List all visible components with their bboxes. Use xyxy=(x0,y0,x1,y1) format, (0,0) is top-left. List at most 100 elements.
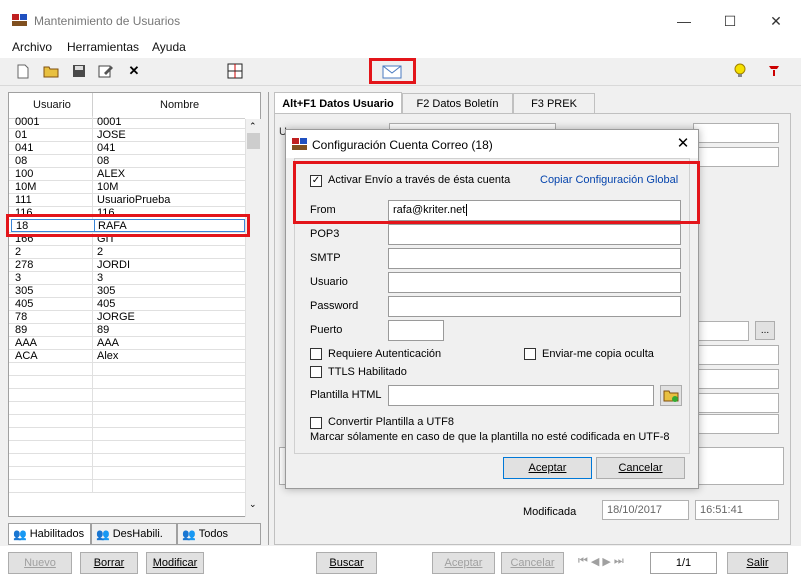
bg-field[interactable] xyxy=(693,393,779,413)
table-row[interactable]: 100 ALEX xyxy=(9,168,245,181)
last-record-icon[interactable]: ⏭ xyxy=(614,555,624,571)
bg-field[interactable] xyxy=(693,345,779,365)
salir-button[interactable]: Salir xyxy=(727,552,788,574)
minimize-button[interactable]: — xyxy=(664,8,704,34)
scroll-thumb[interactable] xyxy=(247,133,260,149)
bg-field[interactable] xyxy=(693,123,779,143)
prev-record-icon[interactable]: ◀ xyxy=(591,555,599,571)
browse-button[interactable]: ... xyxy=(755,321,775,340)
usuario-field[interactable] xyxy=(388,272,681,293)
table-row[interactable]: 10M 10M xyxy=(9,181,245,194)
table-row[interactable]: 22 xyxy=(9,246,245,259)
selected-row-highlight[interactable]: 18 RAFA xyxy=(6,214,250,237)
tab-datos-usuario[interactable]: Alt+F1 Datos Usuario xyxy=(274,92,402,114)
cell-nombre: 10M xyxy=(97,181,119,193)
vertical-scrollbar[interactable]: ⌃ ⌄ xyxy=(245,119,261,517)
filter-deshabili[interactable]: 👥 DesHabili. xyxy=(91,523,177,545)
filter-todos[interactable]: 👥 Todos xyxy=(177,523,261,545)
col-divider xyxy=(92,129,93,142)
col-divider xyxy=(92,376,93,389)
tab-datos-boletin[interactable]: F2 Datos Boletín xyxy=(402,93,513,113)
user-grid[interactable]: Usuario Nombre 0001 0001 01 JOSE 041 041 08 08 1… xyxy=(8,92,261,517)
borrar-button[interactable]: Borrar xyxy=(80,552,138,574)
table-row[interactable]: 0001 0001 xyxy=(9,116,245,129)
grid-rows: 0001 0001 01 JOSE 041 041 08 08 100 ALEX 10M 10M 111… xyxy=(9,116,245,493)
empty-row xyxy=(9,376,245,389)
col-header-usuario[interactable]: Usuario xyxy=(33,99,71,111)
bg-field[interactable] xyxy=(693,321,749,341)
maximize-button[interactable]: ☐ xyxy=(710,8,750,34)
tip-bulb-icon[interactable] xyxy=(731,62,749,80)
nuevo-label: Nuevo xyxy=(24,557,56,569)
dialog-title: Configuración Cuenta Correo (18) xyxy=(312,138,493,152)
dialog-cancelar-button[interactable]: Cancelar xyxy=(596,457,685,479)
smtp-label: SMTP xyxy=(310,252,341,264)
scroll-up-icon[interactable]: ⌃ xyxy=(249,121,257,132)
cancelar-main-button[interactable]: Cancelar xyxy=(501,552,564,574)
table-row[interactable]: 405 405 xyxy=(9,298,245,311)
table-row[interactable]: 278 JORDI xyxy=(9,259,245,272)
table-row[interactable]: 08 08 xyxy=(9,155,245,168)
table-row[interactable]: 305 305 xyxy=(9,285,245,298)
selected-row[interactable]: 18 RAFA xyxy=(11,219,245,232)
utf8-note: Marcar sólamente en caso de que la plant… xyxy=(310,431,670,443)
delete-icon[interactable]: ✕ xyxy=(125,62,143,80)
requiere-checkbox[interactable] xyxy=(310,348,322,360)
buscar-button[interactable]: Buscar xyxy=(316,552,377,574)
pop3-field[interactable] xyxy=(388,224,681,245)
modificar-button[interactable]: Modificar xyxy=(146,552,204,574)
table-row[interactable]: 111 UsuarioPrueba xyxy=(9,194,245,207)
open-folder-icon[interactable] xyxy=(42,62,60,80)
dialog-close-button[interactable]: ✕ xyxy=(672,134,694,154)
convertir-checkbox[interactable] xyxy=(310,417,322,429)
table-row[interactable]: 33 xyxy=(9,272,245,285)
col-divider xyxy=(92,155,93,168)
browse-folder-button[interactable] xyxy=(660,385,682,406)
bg-field[interactable] xyxy=(693,147,779,167)
first-record-icon[interactable]: ⏮ xyxy=(578,555,588,571)
nuevo-button[interactable]: Nuevo xyxy=(8,552,72,574)
table-row[interactable]: ACA Alex xyxy=(9,350,245,363)
dialog-aceptar-button[interactable]: Aceptar xyxy=(503,457,592,479)
menu-ayuda[interactable]: Ayuda xyxy=(152,40,186,54)
table-row[interactable]: AAA AAA xyxy=(9,337,245,350)
from-field[interactable]: rafa@kriter.net xyxy=(388,200,681,221)
users-icon: 👥 xyxy=(96,528,110,541)
users-icon: 👥 xyxy=(13,528,27,541)
folder-icon xyxy=(663,390,679,402)
menu-archivo[interactable]: Archivo xyxy=(12,40,52,54)
bg-field[interactable] xyxy=(693,414,779,434)
page-indicator: 1/1 xyxy=(650,552,717,574)
mail-config-button[interactable] xyxy=(369,58,416,84)
col-header-nombre[interactable]: Nombre xyxy=(160,99,199,111)
bg-field[interactable] xyxy=(693,369,779,389)
table-row[interactable]: 01 JOSE xyxy=(9,129,245,142)
scroll-down-icon[interactable]: ⌄ xyxy=(249,499,257,510)
activar-checkbox[interactable]: ✓ xyxy=(310,175,322,187)
tab-prek[interactable]: F3 PREK xyxy=(513,93,595,113)
menu-herramientas[interactable]: Herramientas xyxy=(67,40,139,54)
puerto-field[interactable] xyxy=(388,320,444,341)
close-button[interactable]: ✕ xyxy=(756,8,796,34)
save-icon[interactable] xyxy=(70,62,88,80)
filter-label: DesHabili. xyxy=(112,528,163,540)
empty-row xyxy=(9,441,245,454)
password-field[interactable] xyxy=(388,296,681,317)
copiar-config-link[interactable]: Copiar Configuración Global xyxy=(540,174,678,186)
report-icon[interactable] xyxy=(226,62,244,80)
edit-icon[interactable] xyxy=(97,62,115,80)
plantilla-field[interactable] xyxy=(388,385,654,406)
cell-nombre: 89 xyxy=(97,324,110,336)
ttls-checkbox[interactable] xyxy=(310,366,322,378)
table-row[interactable]: 89 89 xyxy=(9,324,245,337)
next-record-icon[interactable]: ▶ xyxy=(602,555,610,571)
table-row[interactable]: 78 JORGE xyxy=(9,311,245,324)
filter-habilitados[interactable]: 👥 Habilitados xyxy=(8,523,91,545)
help-icon[interactable] xyxy=(765,62,783,80)
aceptar-main-button[interactable]: Aceptar xyxy=(432,552,495,574)
table-row[interactable]: 041 041 xyxy=(9,142,245,155)
enviar-copia-checkbox[interactable] xyxy=(524,348,536,360)
new-document-icon[interactable] xyxy=(14,62,32,80)
smtp-field[interactable] xyxy=(388,248,681,269)
cell-nombre: 041 xyxy=(97,142,116,154)
